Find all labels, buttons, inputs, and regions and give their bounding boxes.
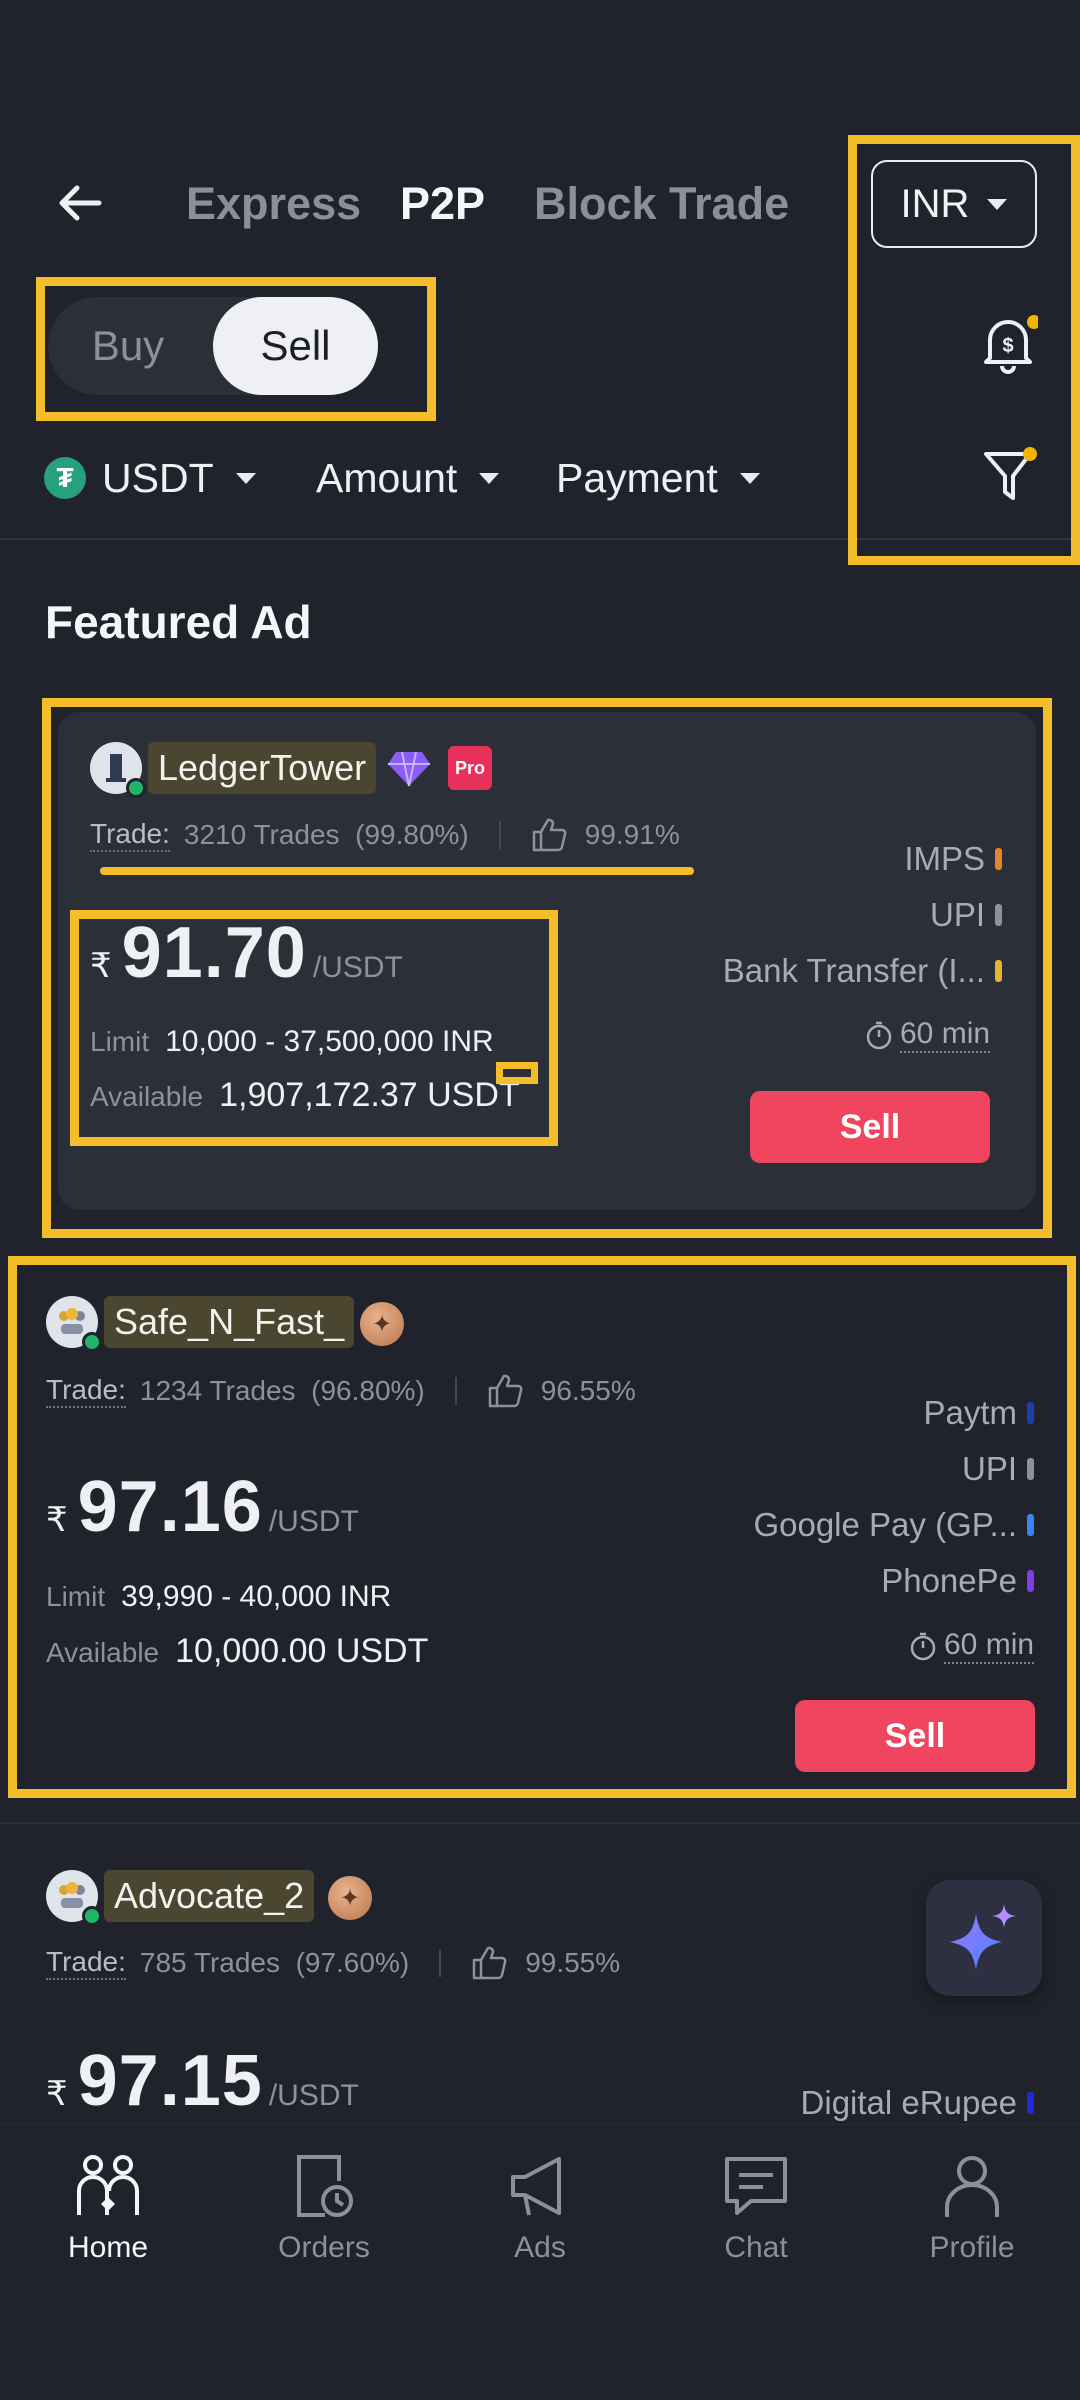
sparkle-icon	[950, 1904, 1016, 1970]
highlight-box	[70, 910, 558, 1146]
payment-method: Digital eRupee	[801, 2084, 1034, 2122]
nav-chat[interactable]: Chat	[656, 2151, 856, 2265]
nav-ads[interactable]: Ads	[440, 2151, 640, 2265]
highlight-box	[496, 1062, 538, 1084]
home-icon	[77, 2155, 139, 2215]
amount-label: Amount	[316, 454, 458, 501]
section-title: Featured Ad	[45, 596, 312, 648]
highlight-box	[8, 1256, 1076, 1798]
payment-filter[interactable]: Payment	[556, 448, 760, 508]
chevron-down-icon	[739, 472, 760, 484]
chevron-down-icon	[479, 472, 500, 484]
avatar[interactable]	[46, 1870, 102, 1926]
thumbs-up-icon	[472, 1946, 507, 1980]
online-indicator	[82, 1906, 102, 1926]
highlight-box	[36, 277, 436, 421]
trade-stats: Trade: 785 Trades (97.60%) 99.55%	[46, 1946, 621, 1980]
tab-express[interactable]: Express	[186, 178, 361, 230]
chevron-down-icon	[235, 472, 256, 484]
divider	[0, 1822, 1080, 1824]
asset-label: USDT	[102, 454, 214, 501]
highlight-underline	[100, 867, 694, 875]
bottom-nav: Home Orders Ads Chat Profile	[0, 2124, 1080, 2400]
megaphone-icon	[511, 2157, 561, 2216]
price: ₹ 97.15 /USDT	[46, 2041, 359, 2121]
payment-label: Payment	[556, 454, 718, 501]
orders-icon	[297, 2155, 353, 2217]
amount-filter[interactable]: Amount	[316, 448, 500, 508]
profile-icon	[945, 2156, 999, 2217]
bronze-badge-icon: ✦	[328, 1876, 372, 1920]
highlight-box	[848, 135, 1080, 565]
merchant-name[interactable]: Advocate_2	[104, 1870, 315, 1922]
tether-icon: ₮	[44, 457, 86, 499]
nav-home[interactable]: Home	[8, 2151, 208, 2265]
back-arrow-icon	[59, 185, 102, 221]
ai-assistant-button[interactable]	[926, 1880, 1042, 1996]
asset-filter[interactable]: ₮ USDT	[44, 448, 256, 508]
back-button[interactable]	[55, 178, 105, 228]
tab-p2p[interactable]: P2P	[400, 178, 485, 230]
tab-block-trade[interactable]: Block Trade	[534, 178, 789, 230]
separator	[439, 1949, 442, 1977]
nav-orders[interactable]: Orders	[224, 2151, 424, 2265]
nav-profile[interactable]: Profile	[872, 2151, 1072, 2265]
chat-icon	[725, 2157, 787, 2215]
